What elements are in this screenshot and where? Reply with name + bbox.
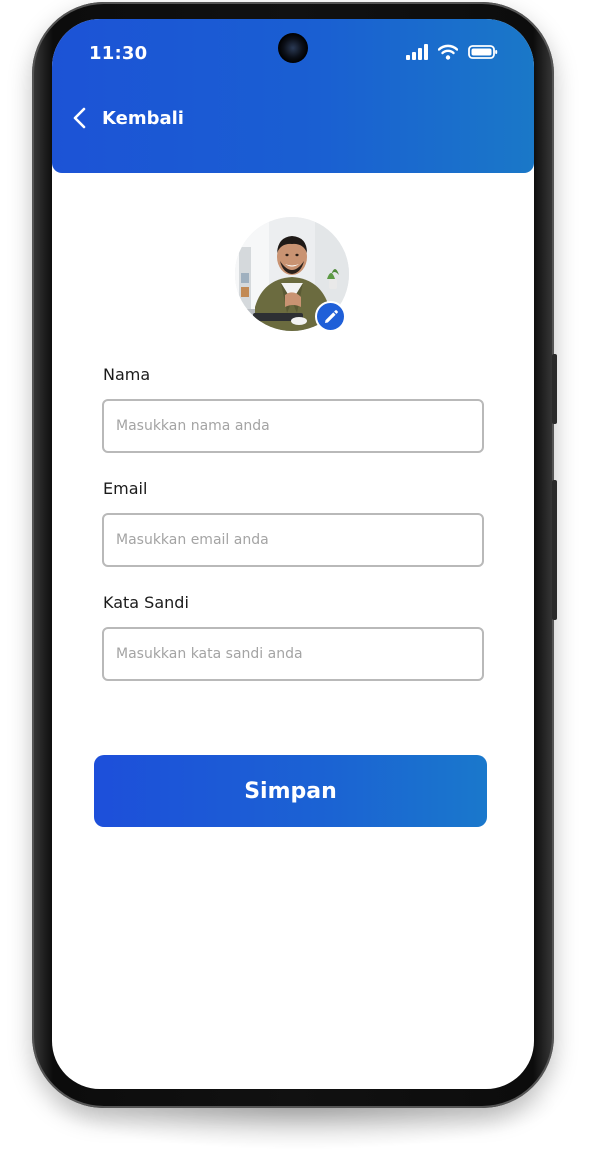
pencil-icon bbox=[324, 309, 338, 323]
password-input[interactable] bbox=[102, 627, 484, 681]
edit-photo-button[interactable] bbox=[315, 301, 346, 332]
volume-button bbox=[552, 480, 557, 620]
back-button[interactable]: Kembali bbox=[72, 107, 184, 129]
profile-photo-section bbox=[235, 217, 349, 335]
back-label: Kembali bbox=[102, 107, 184, 129]
password-label: Kata Sandi bbox=[103, 593, 189, 612]
status-icons bbox=[406, 44, 498, 60]
name-input[interactable] bbox=[102, 399, 484, 453]
app-header: 11:30 Kembali bbox=[52, 19, 534, 173]
front-camera-icon bbox=[278, 33, 308, 63]
app-screen: 11:30 Kembali Nama Masukkan nama anda Em… bbox=[52, 19, 534, 1089]
email-input[interactable] bbox=[102, 513, 484, 567]
signal-icon bbox=[406, 44, 428, 60]
save-button[interactable]: Simpan bbox=[94, 755, 487, 827]
name-label: Nama bbox=[103, 365, 151, 384]
wifi-icon bbox=[438, 44, 458, 60]
chevron-left-icon bbox=[73, 107, 86, 129]
status-time: 11:30 bbox=[89, 43, 148, 64]
battery-icon bbox=[468, 45, 498, 59]
power-button bbox=[552, 354, 557, 424]
email-label: Email bbox=[103, 479, 148, 498]
